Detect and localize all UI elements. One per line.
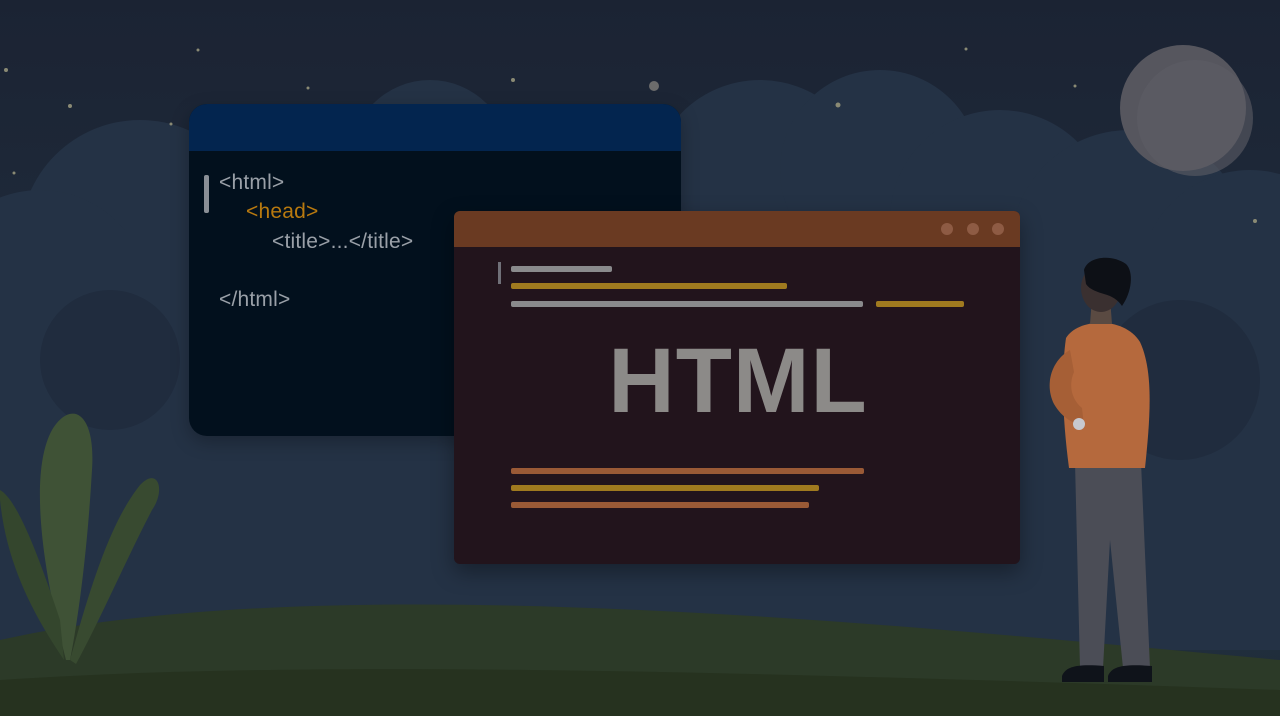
illustration-scene: <html> <head> <title>...</title> </html>… (0, 0, 1280, 716)
foreground-layer (0, 257, 1280, 716)
person-illustration (1049, 257, 1152, 682)
